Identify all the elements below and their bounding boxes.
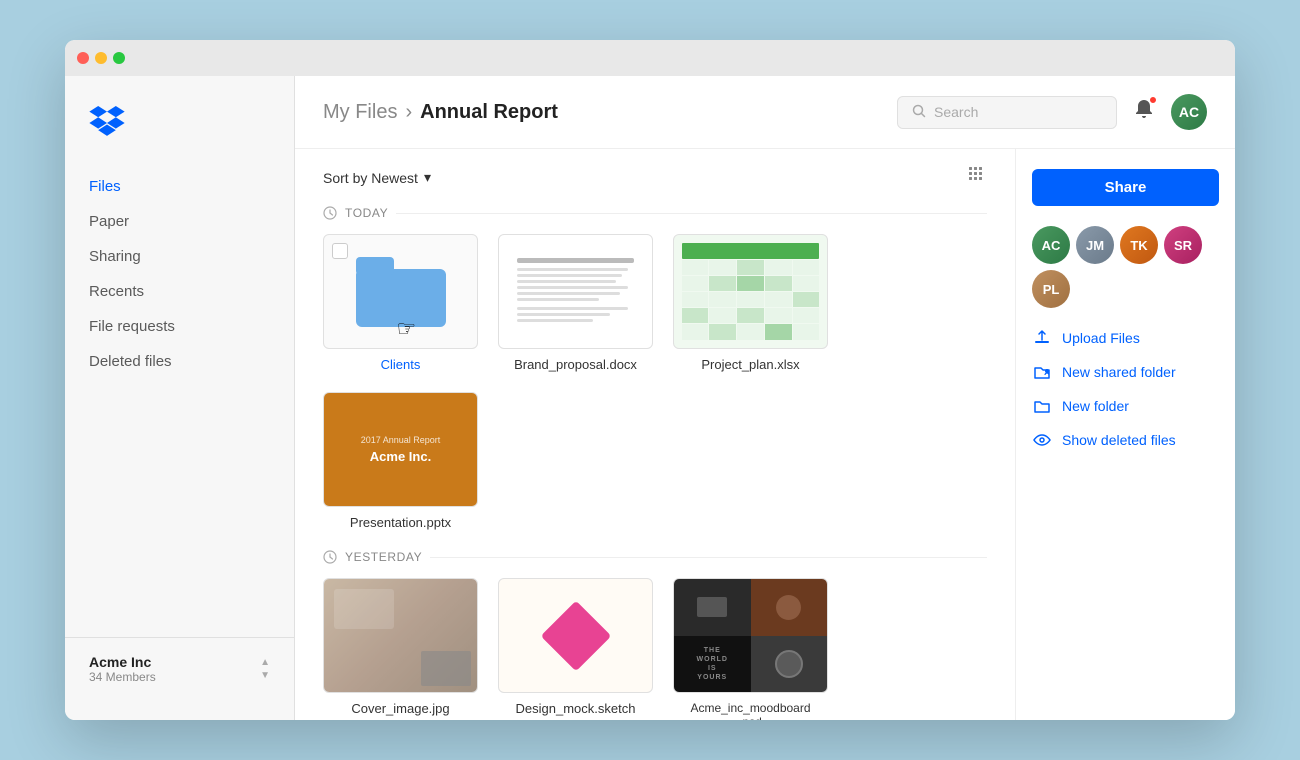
file-thumb-design-mock	[498, 578, 653, 693]
file-thumb-presentation: 2017 Annual Report Acme Inc.	[323, 392, 478, 507]
shared-folder-icon	[1032, 362, 1052, 382]
file-card-brand-proposal[interactable]: Brand_proposal.docx	[498, 234, 653, 372]
sidebar-item-sharing[interactable]: Sharing	[65, 239, 294, 274]
traffic-lights	[77, 52, 125, 64]
file-card-design-mock[interactable]: Design_mock.sketch	[498, 578, 653, 720]
clock-yesterday-icon	[323, 550, 337, 564]
file-name-cover-image: Cover_image.jpg	[323, 701, 478, 716]
title-bar	[65, 40, 1235, 76]
pptx-company: Acme Inc.	[370, 449, 431, 464]
dropbox-logo-icon	[89, 106, 125, 136]
upload-icon	[1032, 328, 1052, 348]
right-panel: Share AC JM TK SR	[1015, 149, 1235, 720]
team-info: Acme Inc 34 Members	[89, 654, 156, 684]
share-button[interactable]: Share	[1032, 169, 1219, 206]
eye-icon	[1032, 430, 1052, 450]
action-list: Upload Files New shared folder	[1032, 328, 1219, 450]
action-new-folder[interactable]: New folder	[1032, 396, 1219, 416]
user-avatar[interactable]: AC	[1171, 94, 1207, 130]
file-name-clients: Clients	[323, 357, 478, 372]
file-thumb-clients: ••• ☞	[323, 234, 478, 349]
file-name-presentation: Presentation.pptx	[323, 515, 478, 530]
sidebar-item-file-requests[interactable]: File requests	[65, 309, 294, 344]
sidebar-item-paper[interactable]: Paper	[65, 204, 294, 239]
sidebar: Files Paper Sharing Recents File request…	[65, 76, 295, 720]
action-new-shared-folder[interactable]: New shared folder	[1032, 362, 1219, 382]
team-name: Acme Inc	[89, 654, 156, 670]
notification-dot	[1149, 96, 1157, 104]
sidebar-nav: Files Paper Sharing Recents File request…	[65, 169, 294, 379]
view-toggle-button[interactable]	[967, 165, 987, 190]
file-name-brand-proposal: Brand_proposal.docx	[498, 357, 653, 372]
topbar: My Files › Annual Report	[295, 76, 1235, 149]
search-icon	[912, 104, 926, 121]
minimize-button[interactable]	[95, 52, 107, 64]
sort-button[interactable]: Sort by Newest ▾	[323, 165, 431, 190]
file-card-project-plan[interactable]: Project_plan.xlsx	[673, 234, 828, 372]
maximize-button[interactable]	[113, 52, 125, 64]
sidebar-logo	[65, 96, 294, 169]
team-switcher-icon[interactable]: ▲ ▼	[260, 657, 270, 681]
app-window: Files Paper Sharing Recents File request…	[65, 40, 1235, 720]
file-name-acme-moodboard: Acme_inc_moodboard .psd	[673, 701, 828, 720]
team-avatar-5[interactable]: PL	[1032, 270, 1070, 308]
file-thumb-cover-image	[323, 578, 478, 693]
file-name-project-plan: Project_plan.xlsx	[673, 357, 828, 372]
breadcrumb-parent[interactable]: My Files	[323, 101, 397, 124]
breadcrumb-arrow: ›	[405, 101, 412, 124]
team-avatar-4[interactable]: SR	[1164, 226, 1202, 264]
team-avatar-2[interactable]: JM	[1076, 226, 1114, 264]
sidebar-footer: Acme Inc 34 Members ▲ ▼	[65, 637, 294, 700]
clock-icon	[323, 206, 337, 220]
team-avatar-3[interactable]: TK	[1120, 226, 1158, 264]
sort-bar: Sort by Newest ▾	[323, 165, 987, 190]
file-thumb-acme-moodboard: THE WORLD IS YOURS	[673, 578, 828, 693]
today-files-grid: ••• ☞ Clients	[323, 234, 987, 530]
folder-icon	[1032, 396, 1052, 416]
checkbox-clients[interactable]	[332, 243, 348, 259]
breadcrumb: My Files › Annual Report	[323, 101, 558, 124]
file-card-presentation[interactable]: 2017 Annual Report Acme Inc. Presentatio…	[323, 392, 478, 530]
breadcrumb-current: Annual Report	[420, 101, 558, 124]
cursor-icon: ☞	[397, 316, 417, 342]
team-avatar-1[interactable]: AC	[1032, 226, 1070, 264]
main-content: My Files › Annual Report	[295, 76, 1235, 720]
section-yesterday: YESTERDAY	[323, 550, 987, 564]
topbar-right: AC	[897, 94, 1207, 130]
sort-arrow-icon: ▾	[424, 169, 431, 186]
pptx-year: 2017 Annual Report	[361, 435, 441, 445]
app-body: Files Paper Sharing Recents File request…	[65, 76, 1235, 720]
action-show-deleted-files[interactable]: Show deleted files	[1032, 430, 1219, 450]
sidebar-item-deleted-files[interactable]: Deleted files	[65, 344, 294, 379]
action-upload-files[interactable]: Upload Files	[1032, 328, 1219, 348]
file-name-design-mock: Design_mock.sketch	[498, 701, 653, 716]
close-button[interactable]	[77, 52, 89, 64]
notification-button[interactable]	[1133, 98, 1155, 126]
search-input[interactable]	[934, 104, 1102, 120]
file-card-clients[interactable]: ••• ☞ Clients	[323, 234, 478, 372]
sidebar-item-files[interactable]: Files	[65, 169, 294, 204]
sidebar-item-recents[interactable]: Recents	[65, 274, 294, 309]
content-area: Sort by Newest ▾	[295, 149, 1235, 720]
file-area: Sort by Newest ▾	[295, 149, 1015, 720]
search-box[interactable]	[897, 96, 1117, 129]
yesterday-files-grid: Cover_image.jpg Design_mock.sketch	[323, 578, 987, 720]
file-thumb-brand-proposal	[498, 234, 653, 349]
team-avatars: AC JM TK SR PL	[1032, 226, 1219, 308]
team-members-count: 34 Members	[89, 670, 156, 684]
file-thumb-project-plan	[673, 234, 828, 349]
file-card-cover-image[interactable]: Cover_image.jpg	[323, 578, 478, 720]
section-today: TODAY	[323, 206, 987, 220]
file-card-acme-moodboard[interactable]: THE WORLD IS YOURS	[673, 578, 828, 720]
